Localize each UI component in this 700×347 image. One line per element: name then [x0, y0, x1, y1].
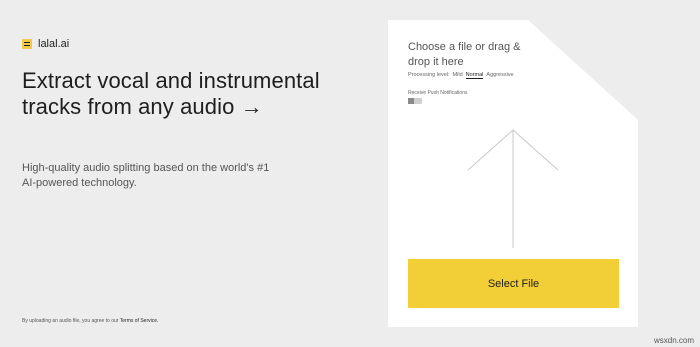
watermark: wsxdn.com [653, 336, 694, 345]
processing-option-aggressive[interactable]: Aggressive [486, 72, 513, 79]
logo-icon [22, 39, 32, 49]
select-file-button[interactable]: Select File [408, 259, 619, 308]
terms-prefix: By uploading an audio file, you agree to… [22, 318, 119, 324]
hero-headline: Extract vocal and instrumental tracks fr… [22, 68, 320, 119]
push-notifications-label: Receive Push Notifications [408, 90, 468, 96]
upload-card[interactable]: Choose a file or drag & drop it here Pro… [388, 20, 638, 327]
hero-subtitle: High-quality audio splitting based on th… [22, 162, 270, 189]
upload-arrow-icon [467, 129, 559, 248]
upload-prompt: Choose a file or drag & drop it here [408, 41, 521, 68]
terms-notice: By uploading an audio file, you agree to… [22, 318, 158, 324]
brand-name: lalal.ai [38, 38, 70, 50]
processing-option-normal[interactable]: Normal [465, 72, 484, 79]
processing-label: Processing level: [408, 72, 450, 78]
processing-level: Processing level: Mild Normal Aggressive [408, 72, 514, 79]
brand[interactable]: lalal.ai [22, 38, 69, 50]
push-notifications-toggle[interactable] [408, 98, 422, 104]
toggle-knob [408, 98, 414, 104]
processing-option-mild[interactable]: Mild [453, 72, 463, 79]
terms-link[interactable]: Terms of Service. [120, 318, 159, 324]
